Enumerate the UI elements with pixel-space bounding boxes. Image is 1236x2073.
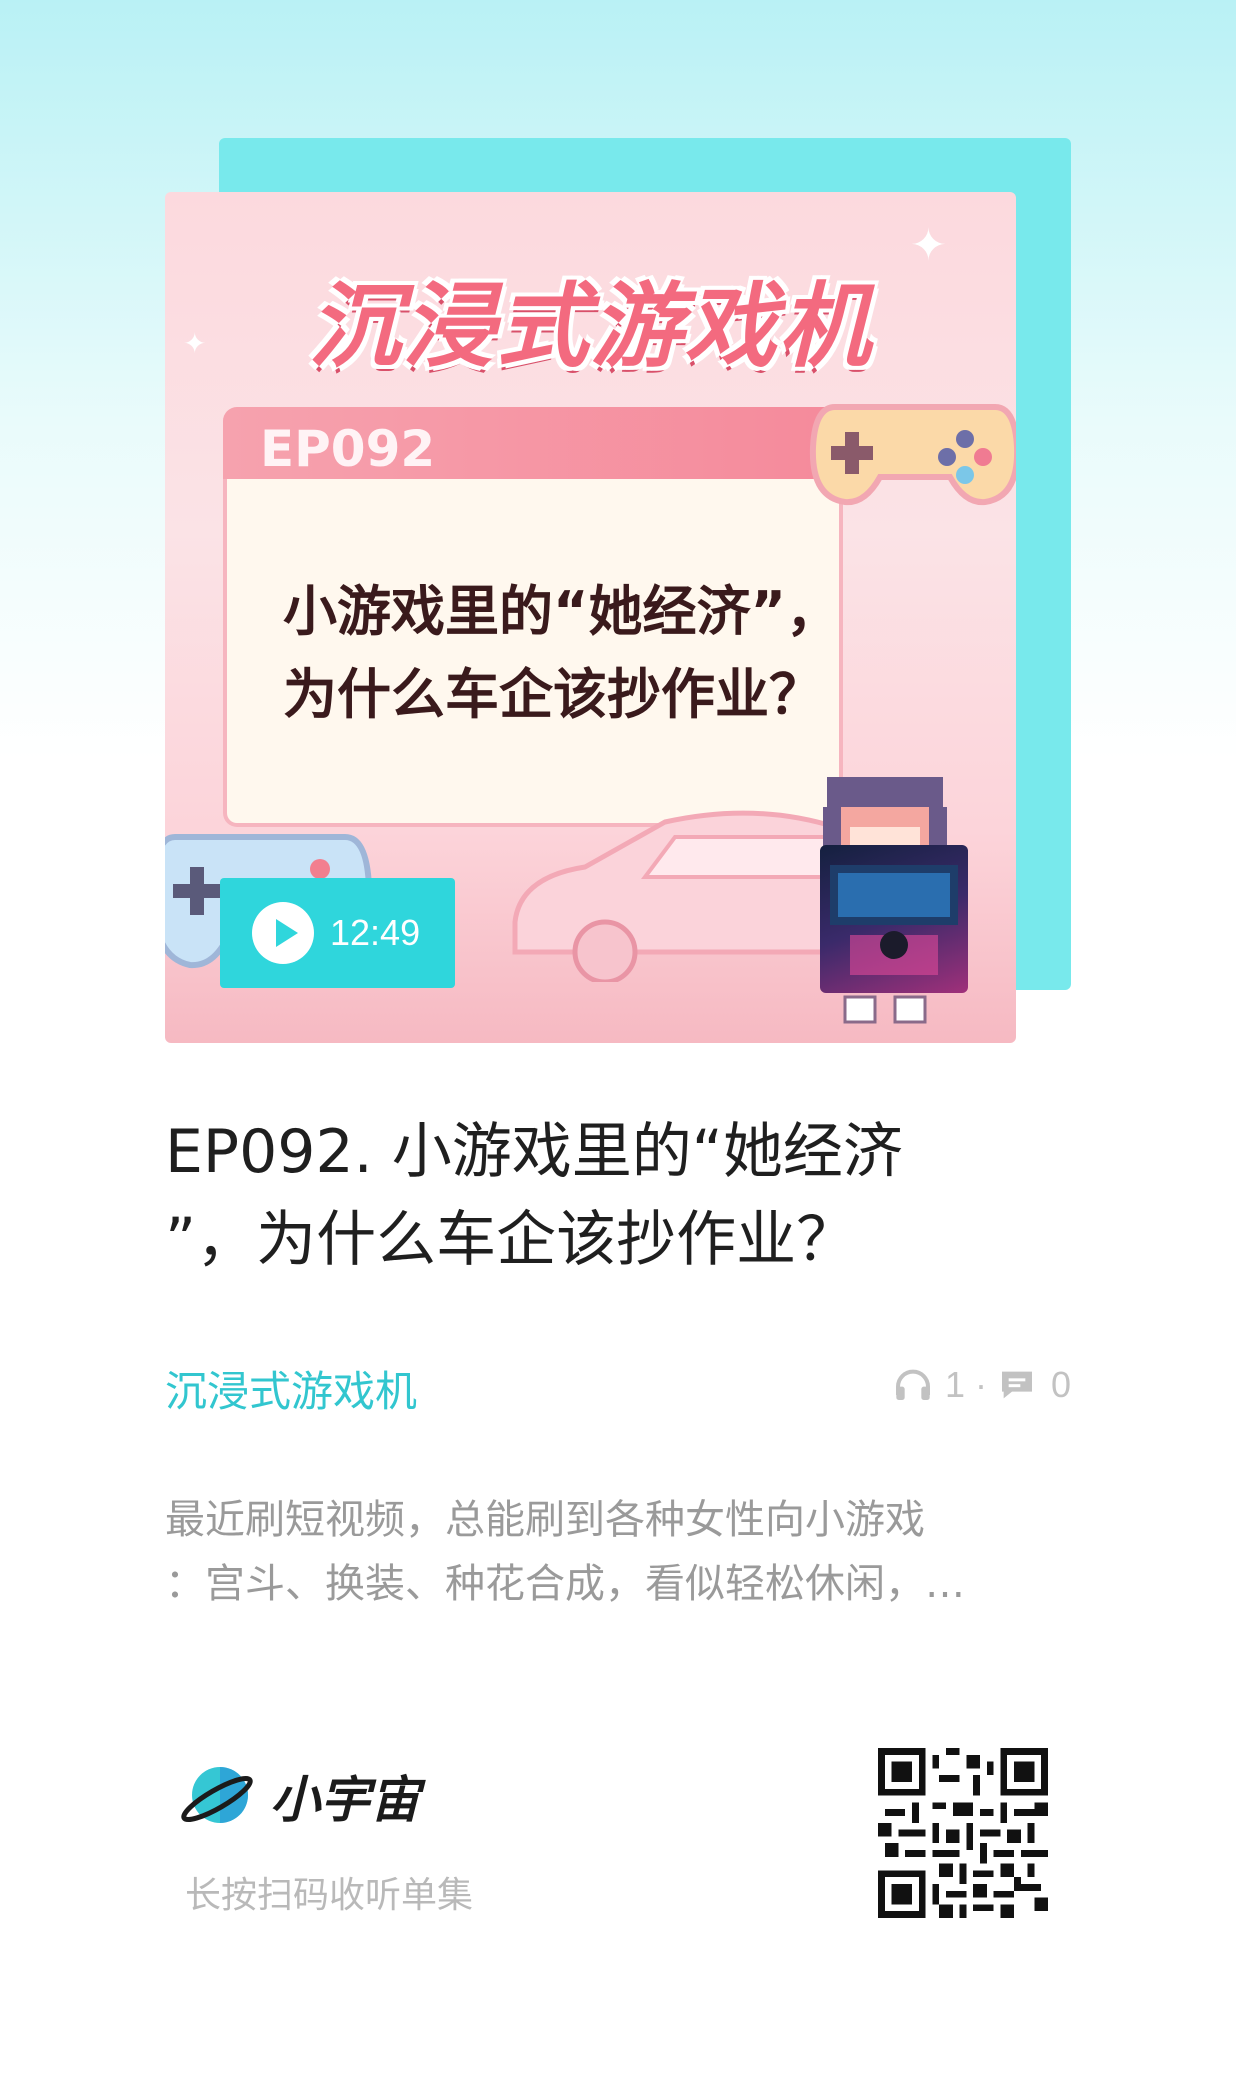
cover-episode-tag: EP092 bbox=[260, 420, 436, 478]
gamepad-icon bbox=[809, 404, 1016, 506]
comment-count: 0 bbox=[1050, 1364, 1071, 1405]
description-line1: 最近刷短视频，总能刷到各种女性向小游戏 bbox=[165, 1497, 925, 1543]
description-line2: ：宫斗、换装、种花合成，看似轻松休闲，… bbox=[165, 1561, 965, 1607]
brand-name: 小宇宙 bbox=[270, 1771, 420, 1829]
comment-icon bbox=[1001, 1371, 1032, 1399]
thumbnail-image bbox=[820, 845, 968, 993]
qr-code[interactable] bbox=[878, 1748, 1048, 1918]
cover-headline-line1: 小游戏里的“她经济”， bbox=[283, 580, 840, 643]
planet-logo-icon bbox=[181, 1767, 253, 1823]
cover-series-title: 沉浸式游戏机 bbox=[308, 273, 873, 380]
play-icon bbox=[252, 902, 314, 964]
podcast-name-link[interactable]: 沉浸式游戏机 bbox=[165, 1358, 417, 1419]
episode-title-line2: ”，为什么车企该抄作业？ bbox=[165, 1205, 857, 1275]
listen-count: 1 bbox=[944, 1364, 965, 1405]
episode-description: 最近刷短视频，总能刷到各种女性向小游戏 ：宫斗、换装、种花合成，看似轻松休闲，… bbox=[165, 1488, 1065, 1616]
cover-headline-line2: 为什么车企该抄作业？ bbox=[283, 663, 823, 726]
brand-logo: 小宇宙 bbox=[178, 1760, 420, 1832]
episode-title: EP092. 小游戏里的“她经济 ”，为什么车企该抄作业？ bbox=[165, 1108, 1025, 1284]
headphones-icon bbox=[895, 1369, 930, 1400]
sparkle-icon: ✦ bbox=[183, 327, 207, 360]
scan-hint: 长按扫码收听单集 bbox=[185, 1875, 474, 1916]
sparkle-icon: ✦ bbox=[910, 220, 947, 271]
episode-title-line1: EP092. 小游戏里的“她经济 bbox=[165, 1117, 903, 1187]
stats-separator: · bbox=[974, 1364, 987, 1405]
episode-duration: 12:49 bbox=[330, 912, 421, 953]
play-button[interactable]: 12:49 bbox=[220, 878, 455, 988]
episode-stats: 1 · 0 bbox=[893, 1360, 1071, 1410]
